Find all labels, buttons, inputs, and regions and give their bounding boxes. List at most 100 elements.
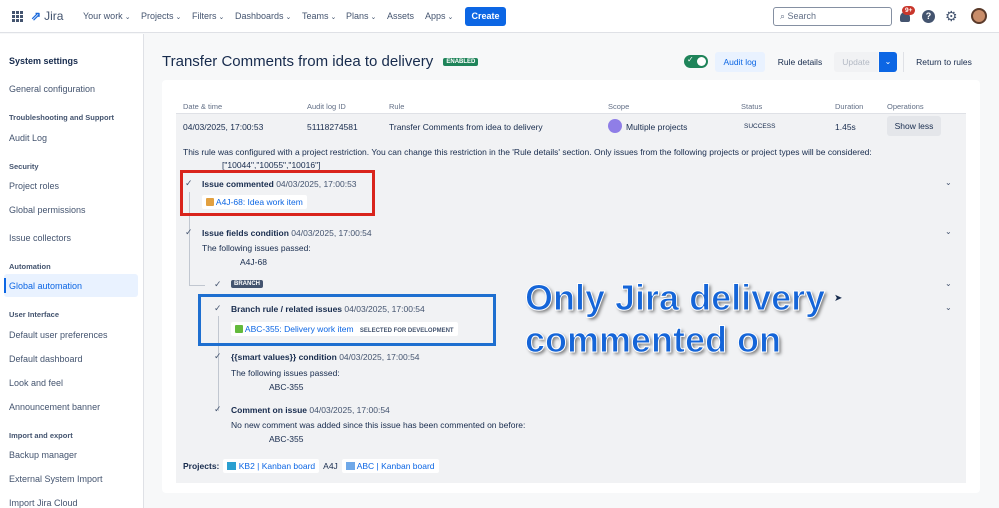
rule-details-tab[interactable]: Rule details — [772, 52, 828, 72]
audit-log-tab[interactable]: Audit log — [715, 52, 765, 72]
create-button[interactable]: Create — [465, 7, 506, 26]
col-date: Date & time — [183, 102, 223, 111]
selected-indicator — [4, 278, 6, 293]
nav-apps[interactable]: Apps ⌄ — [425, 11, 453, 21]
sidebar-item-look-and-feel[interactable]: Look and feel — [9, 378, 63, 388]
step-text: No new comment was added since this issu… — [231, 420, 526, 430]
chevron-down-icon[interactable]: ⌄ — [945, 178, 952, 187]
nav-label: Assets — [387, 11, 415, 21]
jira-logo-icon: ⇗ — [31, 9, 42, 23]
help-icon[interactable]: ? — [922, 10, 935, 23]
sidebar-item-default-user-preferences[interactable]: Default user preferences — [9, 330, 108, 340]
project-link-abc[interactable]: ABC | Kanban board — [341, 459, 439, 473]
mouse-cursor-icon: ➤ — [834, 293, 843, 304]
row-scope: Multiple projects — [626, 122, 688, 132]
update-dropdown-button[interactable]: ⌄ — [879, 52, 897, 72]
app-switcher-icon[interactable] — [12, 11, 23, 22]
step-time: 04/03/2025, 17:00:54 — [339, 352, 420, 362]
project-name: ABC | Kanban board — [356, 461, 435, 471]
sidebar-item-project-roles[interactable]: Project roles — [9, 181, 59, 191]
search-placeholder: Search — [787, 11, 817, 21]
nav-label: Apps — [425, 11, 446, 21]
chevron-down-icon[interactable]: ⌄ — [945, 227, 952, 236]
chevron-down-icon[interactable]: ⌄ — [945, 279, 952, 288]
settings-gear-icon[interactable]: ⚙ — [945, 8, 958, 25]
search-input[interactable]: ⌕ Search — [773, 7, 892, 26]
nav-teams[interactable]: Teams ⌄ — [302, 11, 336, 21]
chevron-down-icon: ⌄ — [447, 14, 454, 21]
return-to-rules-button[interactable]: Return to rules — [910, 52, 978, 72]
nav-projects[interactable]: Projects ⌄ — [141, 11, 181, 21]
sidebar-item-default-dashboard[interactable]: Default dashboard — [9, 354, 83, 364]
show-less-button[interactable]: Show less — [887, 116, 941, 136]
annotation-text: Only Jira delivery commented on — [524, 277, 826, 361]
sidebar-section-troubleshooting: Troubleshooting and Support — [9, 113, 114, 122]
rule-title: Transfer Comments from idea to delivery — [162, 53, 434, 70]
toggle-knob — [697, 57, 706, 66]
sidebar-section-import-export: Import and export — [9, 431, 73, 440]
restriction-ids: ["10044","10055","10016"] — [222, 160, 321, 170]
chevron-down-icon: ⌄ — [285, 14, 292, 21]
avatar[interactable] — [971, 8, 987, 24]
nav-label: Your work — [83, 11, 123, 21]
col-status: Status — [741, 102, 763, 111]
sidebar-item-issue-collectors[interactable]: Issue collectors — [9, 233, 71, 243]
annotation-line-1: Only Jira delivery — [524, 277, 826, 319]
step-title: Comment on issue — [231, 405, 308, 415]
search-icon: ⌕ — [780, 11, 788, 21]
notification-badge: 9+ — [902, 6, 916, 15]
success-badge: SUCCESS — [744, 123, 776, 130]
enabled-badge: ENABLED — [443, 58, 479, 66]
nav-filters[interactable]: Filters ⌄ — [192, 11, 224, 21]
sidebar-item-backup-manager[interactable]: Backup manager — [9, 450, 77, 460]
sidebar-item-announcement-banner[interactable]: Announcement banner — [9, 402, 100, 412]
project-name: KB2 | Kanban board — [238, 461, 316, 471]
project-a4j: A4J — [323, 461, 338, 471]
nav-assets[interactable]: Assets — [387, 11, 414, 21]
globe-icon — [608, 119, 622, 133]
top-navigation: ⇗ Jira Your work ⌄ Projects ⌄ Filters ⌄ Das… — [0, 0, 999, 33]
project-avatar-icon — [227, 462, 237, 470]
nav-your-work[interactable]: Your work ⌄ — [83, 11, 131, 21]
nav-label: Plans — [346, 11, 369, 21]
check-icon: ✓ — [687, 55, 694, 64]
jira-logo[interactable]: ⇗ Jira — [31, 9, 63, 23]
step-time: 04/03/2025, 17:00:54 — [309, 405, 390, 415]
sidebar-section-user-interface: User Interface — [9, 310, 60, 319]
chevron-down-icon[interactable]: ⌄ — [945, 303, 952, 312]
col-id: Audit log ID — [307, 102, 346, 111]
annotation-line-2: commented on — [524, 319, 782, 361]
chevron-down-icon: ⌄ — [330, 14, 337, 21]
step-text: The following issues passed: — [202, 243, 311, 253]
project-link-kb2[interactable]: KB2 | Kanban board — [223, 459, 320, 473]
check-icon: ✓ — [214, 351, 222, 361]
col-duration: Duration — [835, 102, 864, 111]
check-icon: ✓ — [214, 404, 222, 414]
chevron-down-icon: ⌄ — [218, 14, 225, 21]
check-icon: ✓ — [185, 227, 193, 237]
step-title: Issue fields condition — [202, 228, 289, 238]
row-id: 51118274581 — [307, 122, 358, 132]
sidebar-title: System settings — [9, 56, 79, 66]
sidebar-item-audit-log[interactable]: Audit Log — [9, 133, 47, 143]
step-title: {{smart values}} condition — [231, 352, 337, 362]
update-button[interactable]: Update — [834, 52, 878, 72]
nav-dashboards[interactable]: Dashboards ⌄ — [235, 11, 291, 21]
nav-label: Dashboards — [235, 11, 284, 21]
project-avatar-icon — [345, 462, 355, 470]
step-value: ABC-355 — [269, 434, 304, 444]
rule-enabled-toggle[interactable]: ✓ — [684, 55, 708, 68]
sidebar-section-automation: Automation — [9, 262, 51, 271]
step-time: 04/03/2025, 17:00:54 — [291, 228, 372, 238]
chevron-down-icon: ⌄ — [124, 14, 131, 21]
sidebar-item-global-permissions[interactable]: Global permissions — [9, 205, 86, 215]
row-rule: Transfer Comments from idea to delivery — [389, 122, 543, 132]
page-title: Transfer Comments from idea to delivery … — [162, 53, 479, 70]
sidebar-item-general-configuration[interactable]: General configuration — [9, 84, 95, 94]
sidebar-item-import-jira-cloud[interactable]: Import Jira Cloud — [9, 498, 78, 508]
sidebar-item-external-system-import[interactable]: External System Import — [9, 474, 103, 484]
sidebar-item-global-automation[interactable]: Global automation — [9, 281, 82, 291]
projects-label: Projects: — [183, 461, 220, 471]
nav-plans[interactable]: Plans ⌄ — [346, 11, 376, 21]
app-name: Jira — [44, 9, 64, 23]
